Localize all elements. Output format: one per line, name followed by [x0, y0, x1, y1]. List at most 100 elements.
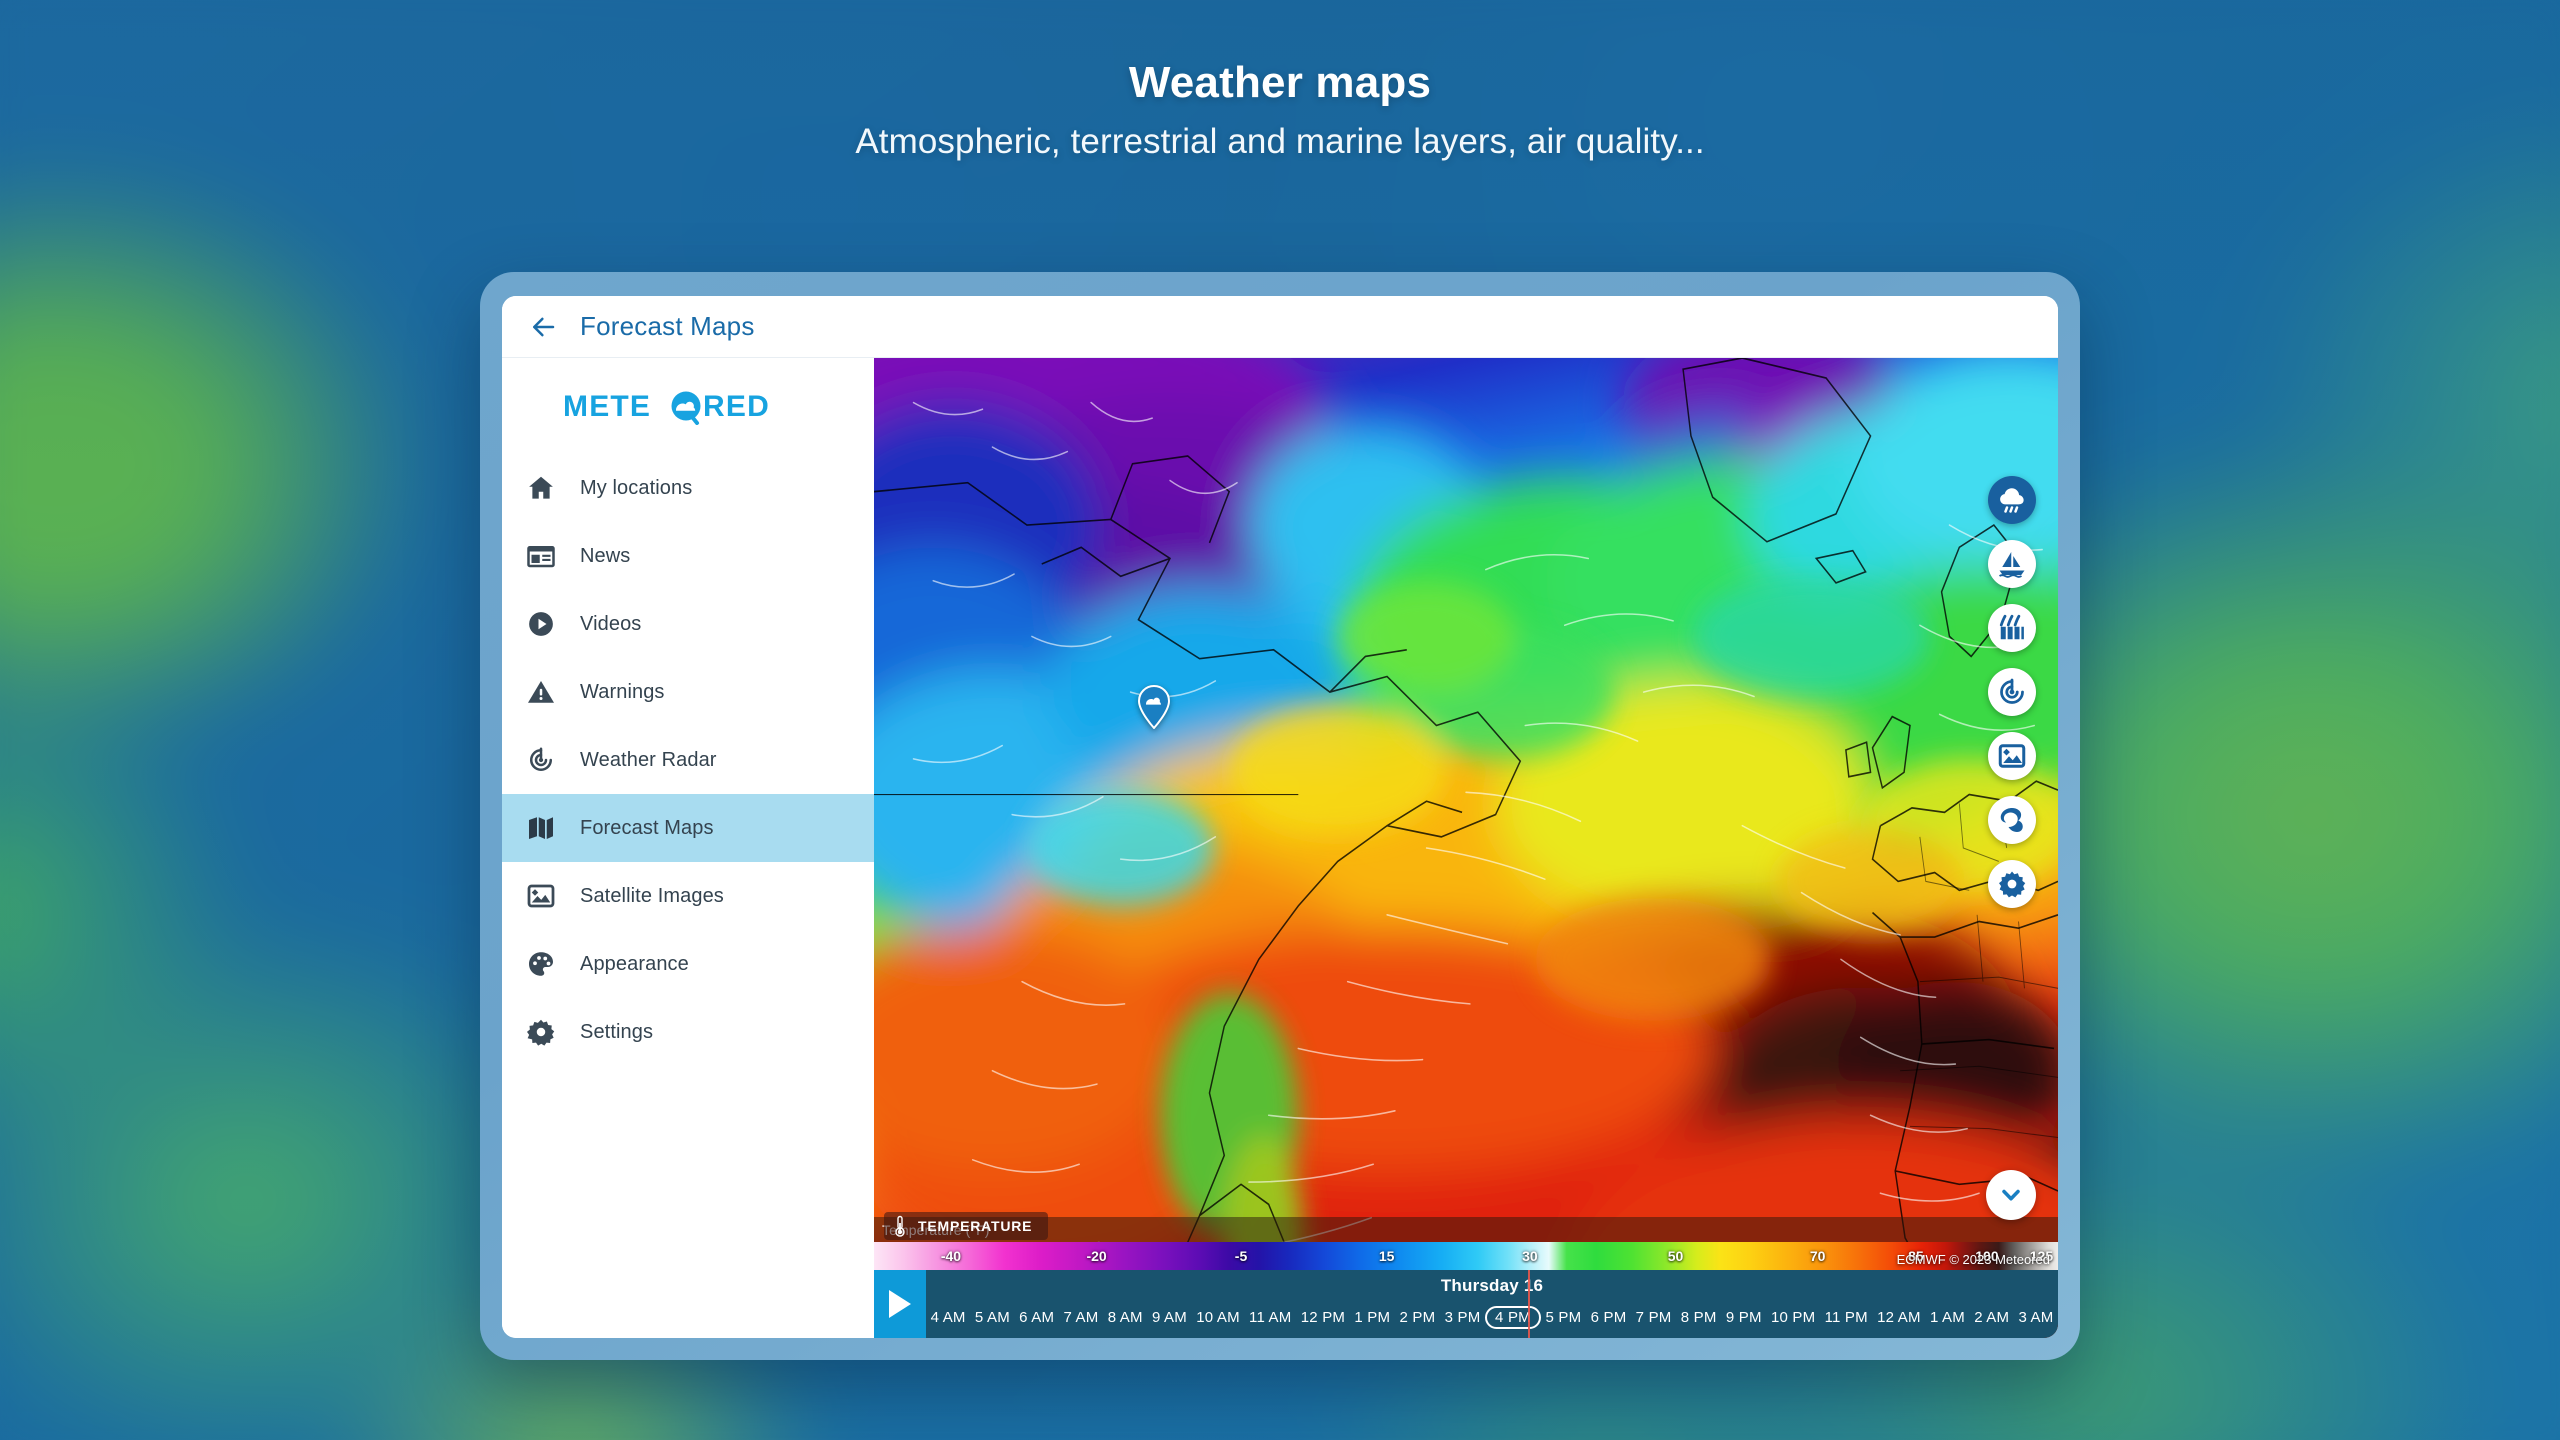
legend-tick: -20 [1086, 1248, 1107, 1264]
marine-layers-button[interactable] [1988, 540, 2036, 588]
palette-icon [529, 952, 553, 976]
active-layer-badge: TEMPERATURE [884, 1212, 1049, 1240]
newspaper-icon [527, 546, 555, 568]
radar-button[interactable] [1988, 668, 2036, 716]
map-attribution: ECMWF © 2023 Meteored [1896, 1252, 2050, 1267]
gear-icon [1999, 871, 2026, 898]
active-layer-label: TEMPERATURE [918, 1218, 1033, 1234]
timeline-day-label: Thursday 16 [1440, 1276, 1544, 1295]
sidebar-item-settings[interactable]: Settings [502, 998, 874, 1066]
sidebar-item-label: Weather Radar [580, 748, 717, 771]
legend-title-row: Temperature (°F) [874, 1217, 2058, 1242]
image-icon [1998, 744, 2026, 768]
legend-tick-labels: -40 -20 -5 15 30 50 70 85 100 125 [874, 1242, 2058, 1270]
timeline-hour[interactable]: 3 PM [1440, 1306, 1485, 1329]
air-quality-button[interactable] [1988, 604, 2036, 652]
timeline-hour[interactable]: 9 PM [1721, 1306, 1766, 1329]
timeline-hour[interactable]: 2 AM [1970, 1306, 2014, 1329]
weather-layers-button[interactable] [1988, 476, 2036, 524]
sidebar-item-label: Warnings [580, 680, 665, 703]
timeline-hour[interactable]: 10 AM [1192, 1306, 1245, 1329]
forecast-map-area[interactable]: TEMPERATURE Temperature (°F) -40 -20 -5 15 3… [874, 358, 2058, 1338]
timeline-bar: Thursday 16 4 AM 5 AM 6 AM 7 AM 8 AM 9 AM 10 A… [874, 1270, 2058, 1338]
timeline-hour[interactable]: 9 AM [1147, 1306, 1191, 1329]
thermometer-icon [895, 1215, 905, 1237]
app-bar: Forecast Maps [502, 296, 2058, 358]
timeline-hour[interactable]: 7 AM [1059, 1306, 1103, 1329]
temperature-map-canvas[interactable] [874, 358, 2058, 1338]
sidebar-item-videos[interactable]: Videos [502, 590, 874, 658]
map-settings-button[interactable] [1988, 860, 2036, 908]
legend-color-bar: -40 -20 -5 15 30 50 70 85 100 125 [874, 1242, 2058, 1270]
arrow-left-icon[interactable] [528, 312, 558, 342]
location-pin-icon[interactable] [1137, 685, 1171, 730]
timeline-hour[interactable]: 11 PM [1820, 1306, 1873, 1329]
timeline-hour[interactable]: 6 PM [1586, 1306, 1631, 1329]
timeline-playhead [1528, 1270, 1531, 1338]
temperature-map-render [874, 358, 2058, 1338]
sidebar-item-my-locations[interactable]: My locations [502, 454, 874, 522]
timeline-hour[interactable]: 4 AM [926, 1306, 970, 1329]
sidebar-item-label: News [580, 544, 631, 567]
svg-text:METE: METE [563, 390, 651, 423]
legend-tick: -40 [940, 1248, 962, 1264]
sidebar-item-label: Satellite Images [580, 884, 724, 907]
sidebar-menu: My locations News Videos Warnings Weathe… [502, 454, 874, 1066]
tablet-device-frame: Forecast Maps METE RED My locations News… [480, 272, 2080, 1360]
sidebar-item-satellite-images[interactable]: Satellite Images [502, 862, 874, 930]
sidebar-item-warnings[interactable]: Warnings [502, 658, 874, 726]
timeline-hour[interactable]: 11 AM [1244, 1306, 1296, 1329]
cloud-rain-icon [2000, 488, 2024, 513]
app-body: METE RED My locations News Videos Warnin… [502, 358, 2058, 1338]
legend-tick: 50 [1667, 1248, 1684, 1264]
map-icon [529, 817, 553, 839]
timeline-hour[interactable]: 7 PM [1631, 1306, 1676, 1329]
meteored-logo-icon: METE RED [563, 390, 770, 425]
svg-text:RED: RED [703, 390, 770, 423]
timeline-hour[interactable]: 1 AM [1925, 1306, 1969, 1329]
timeline-hour[interactable]: 3 AM [2014, 1306, 2058, 1329]
sidebar-item-label: My locations [580, 476, 693, 499]
play-icon [889, 1290, 911, 1318]
timeline-hour[interactable]: 10 PM [1766, 1306, 1820, 1329]
timeline-hour[interactable]: 12 PM [1296, 1306, 1350, 1329]
timeline-hour[interactable]: 8 PM [1676, 1306, 1721, 1329]
sidebar-item-label: Forecast Maps [580, 816, 714, 839]
timeline-hour-list: 4 AM 5 AM 6 AM 7 AM 8 AM 9 AM 10 AM 11 AM 12 PM 1… [926, 1302, 2058, 1332]
timeline-hour[interactable]: 2 PM [1395, 1306, 1440, 1329]
temperature-legend: Temperature (°F) -40-20-5153050708510012… [874, 1217, 2058, 1270]
hurricane-icon [2000, 808, 2023, 832]
meteored-logo: METE RED [502, 358, 874, 454]
timeline-track[interactable]: Thursday 16 4 AM 5 AM 6 AM 7 AM 8 AM 9 AM 10 A… [926, 1270, 2058, 1338]
navigation-sidebar: METE RED My locations News Videos Warnin… [502, 358, 874, 1338]
play-button[interactable] [874, 1270, 926, 1338]
sidebar-item-label: Settings [580, 1020, 654, 1043]
warning-icon [528, 681, 554, 703]
tablet-screen: Forecast Maps METE RED My locations News… [502, 296, 2058, 1338]
legend-tick: 15 [1378, 1248, 1395, 1264]
legend-tick: 30 [1522, 1248, 1538, 1264]
map-layer-rail [1988, 476, 2036, 908]
play-circle-icon [529, 612, 553, 636]
factory-icon [1999, 614, 2024, 640]
sidebar-item-forecast-maps[interactable]: Forecast Maps [502, 794, 874, 862]
legend-tick: -5 [1234, 1248, 1248, 1264]
timeline-hour-selected[interactable]: 4 PM [1485, 1305, 1541, 1329]
expand-panel-button[interactable] [1986, 1170, 2036, 1220]
sidebar-item-weather-radar[interactable]: Weather Radar [502, 726, 874, 794]
hurricane-button[interactable] [1988, 796, 2036, 844]
radar-icon [530, 747, 552, 771]
timeline-hour[interactable]: 8 AM [1103, 1306, 1147, 1329]
sidebar-item-label: Videos [580, 612, 642, 635]
legend-tick: 70 [1809, 1248, 1826, 1264]
sidebar-item-appearance[interactable]: Appearance [502, 930, 874, 998]
timeline-hour[interactable]: 5 PM [1541, 1306, 1586, 1329]
app-bar-title: Forecast Maps [580, 311, 755, 341]
timeline-hour[interactable]: 6 AM [1015, 1306, 1059, 1329]
satellite-button[interactable] [1988, 732, 2036, 780]
timeline-hour[interactable]: 12 AM [1872, 1306, 1925, 1329]
sidebar-item-label: Appearance [580, 952, 689, 975]
timeline-hour[interactable]: 5 AM [970, 1306, 1014, 1329]
sidebar-item-news[interactable]: News [502, 522, 874, 590]
timeline-hour[interactable]: 1 PM [1350, 1306, 1395, 1329]
